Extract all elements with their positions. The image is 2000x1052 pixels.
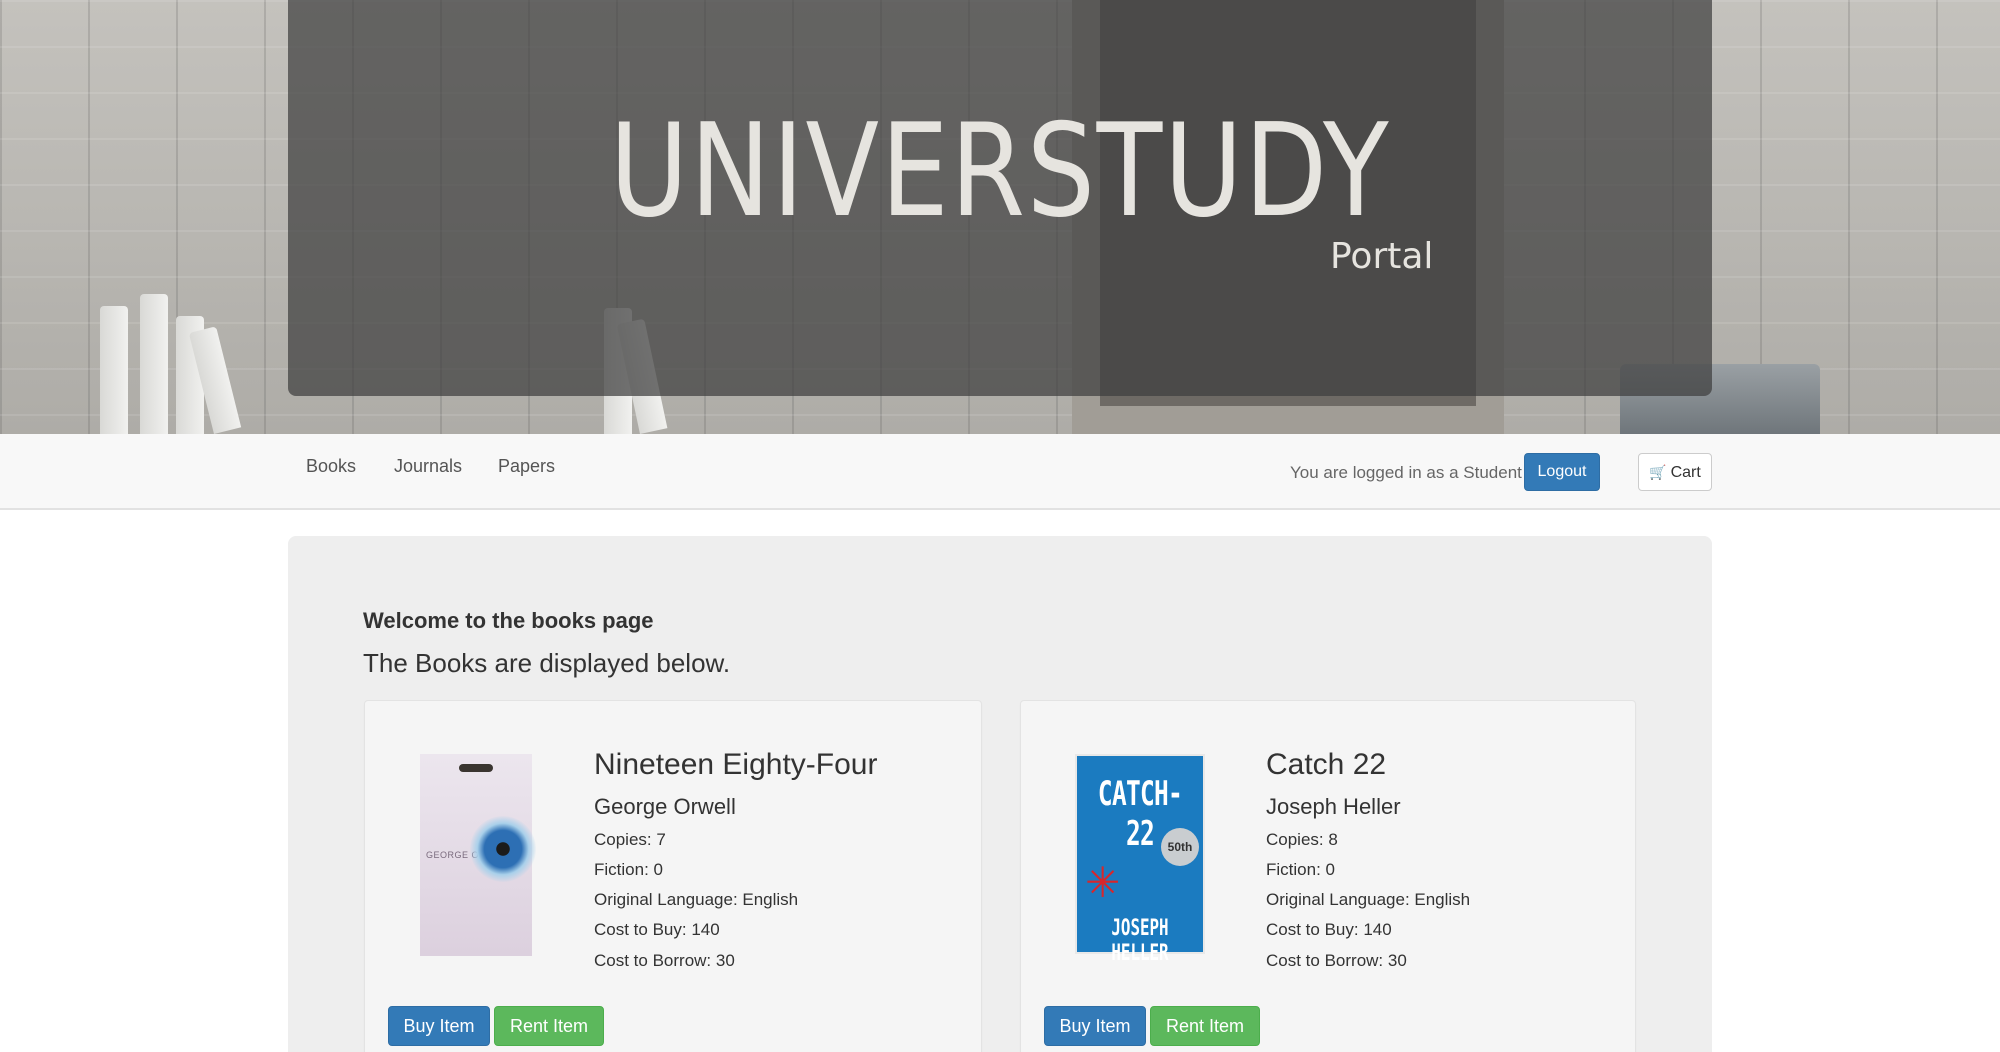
rent-item-button[interactable]: Rent Item — [494, 1006, 604, 1046]
shopping-cart-icon: 🛒 — [1649, 464, 1667, 480]
login-status: You are logged in as a Student — [1290, 463, 1522, 482]
buy-item-button[interactable]: Buy Item — [1044, 1006, 1146, 1046]
book-language: Original Language: English — [594, 890, 799, 909]
cover-band — [459, 764, 493, 772]
page-lead: The Books are displayed below. — [363, 648, 731, 678]
site-subtitle: Portal — [1330, 236, 1434, 277]
book-cost-buy: Cost to Buy: 140 — [1266, 920, 1392, 939]
book-author: George Orwell — [594, 794, 736, 819]
rent-item-button[interactable]: Rent Item — [1150, 1006, 1260, 1046]
book-cost-buy: Cost to Buy: 140 — [594, 920, 720, 939]
book-title: Nineteen Eighty-Four — [594, 748, 878, 781]
site-title: UNIVERSTUDY — [609, 97, 1391, 246]
cart-button[interactable]: 🛒 Cart — [1638, 453, 1712, 491]
book-cover-image: GEORGE ORWELL — [420, 754, 536, 956]
cover-badge: 50th — [1161, 828, 1199, 866]
book-author: Joseph Heller — [1266, 794, 1401, 819]
page-heading: Welcome to the books page — [363, 608, 654, 633]
buy-item-button[interactable]: Buy Item — [388, 1006, 490, 1046]
logout-button[interactable]: Logout — [1524, 453, 1600, 491]
book-copies: Copies: 8 — [1266, 830, 1338, 849]
book-title: Catch 22 — [1266, 748, 1387, 781]
nav-link-journals[interactable]: Journals — [394, 456, 462, 477]
book-fiction: Fiction: 0 — [1266, 860, 1335, 879]
decorative-book — [140, 294, 168, 434]
nav-link-books[interactable]: Books — [306, 456, 356, 477]
figure-icon: ✳ — [1085, 859, 1121, 906]
book-cost-borrow: Cost to Borrow: 30 — [1266, 951, 1407, 970]
book-cover-image: CATCH-22 50th ✳ JOSEPH HELLER — [1075, 754, 1205, 966]
cart-label: Cart — [1670, 464, 1701, 481]
book-cost-borrow: Cost to Borrow: 30 — [594, 951, 735, 970]
nav-link-papers[interactable]: Papers — [498, 456, 555, 477]
book-language: Original Language: English — [1266, 890, 1471, 909]
book-copies: Copies: 7 — [594, 830, 666, 849]
cover-author-text: JOSEPH HELLER — [1111, 916, 1169, 966]
book-fiction: Fiction: 0 — [594, 860, 663, 879]
eye-graphic — [470, 816, 536, 882]
decorative-book — [100, 306, 128, 434]
